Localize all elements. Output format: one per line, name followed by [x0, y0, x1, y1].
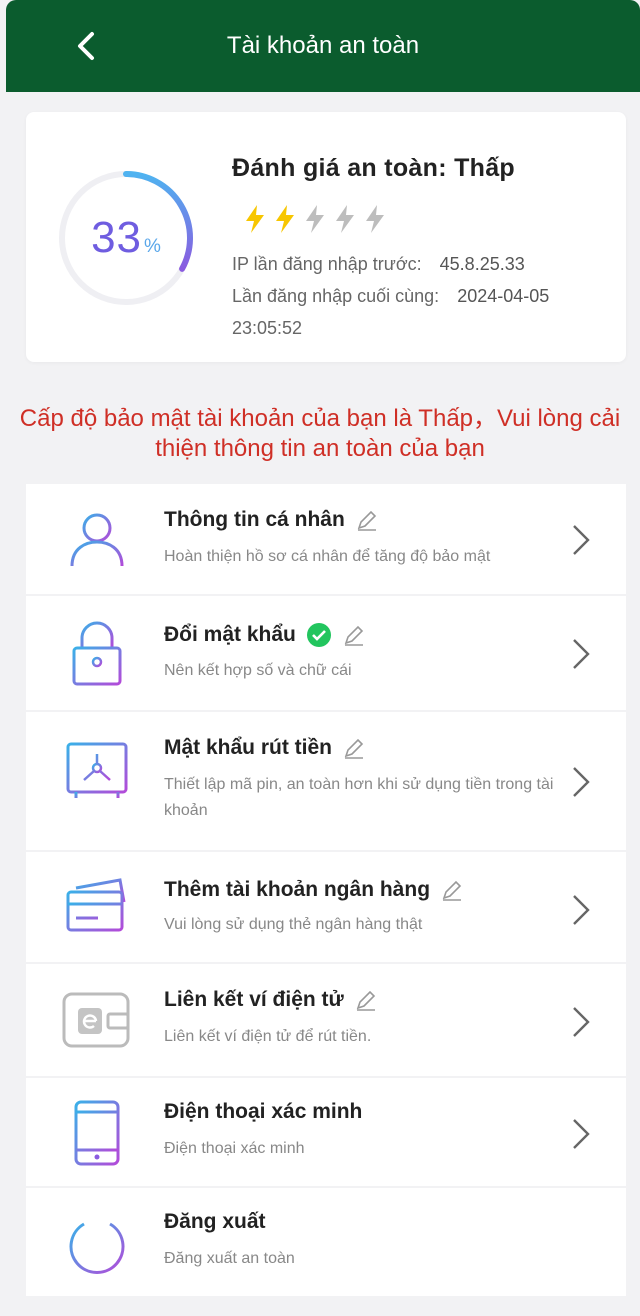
security-percent-unit: % — [144, 236, 161, 257]
last-login-date: 2024-04-05 — [457, 286, 550, 306]
lightning-bolt-active-icon — [246, 205, 264, 233]
edit-pencil-icon[interactable] — [342, 623, 366, 647]
security-level-bolts — [242, 204, 388, 234]
list-item-personal-info[interactable]: Thông tin cá nhân Hoàn thiện hồ sơ cá nh… — [26, 484, 626, 596]
e-wallet-icon — [62, 992, 130, 1048]
app-header: Tài khoản an toàn — [6, 0, 640, 92]
lightning-bolt-inactive-icon — [336, 205, 354, 233]
bank-card-icon — [66, 878, 126, 932]
item-desc: Đăng xuất an toàn — [164, 1250, 295, 1267]
security-warning: Cấp độ bảo mật tài khoản của bạn là Thấp… — [19, 405, 621, 462]
list-item-verify-phone[interactable]: Điện thoại xác minh Điện thoại xác minh — [26, 1078, 626, 1188]
item-title: Thêm tài khoản ngân hàng — [164, 878, 464, 902]
lock-icon — [72, 621, 122, 686]
list-item-logout[interactable]: Đăng xuất Đăng xuất an toàn — [26, 1188, 626, 1298]
item-title: Đăng xuất — [164, 1210, 266, 1233]
last-login-time: 23:05:52 — [232, 318, 303, 338]
lightning-bolt-inactive-icon — [306, 205, 324, 233]
list-item-link-e-wallet[interactable]: Liên kết ví điện tử Liên kết ví điện tử … — [26, 964, 626, 1078]
security-settings-list: Thông tin cá nhân Hoàn thiện hồ sơ cá nh… — [26, 484, 626, 1298]
item-title: Liên kết ví điện tử — [164, 988, 378, 1012]
item-desc: Vui lòng sử dụng thẻ ngân hàng thật — [164, 916, 423, 933]
edit-pencil-icon[interactable] — [354, 988, 378, 1012]
lightning-bolt-active-icon — [276, 205, 294, 233]
chevron-right-icon — [573, 1007, 590, 1037]
last-ip-label: IP lần đăng nhập trước: — [232, 254, 422, 274]
chevron-right-icon — [573, 639, 590, 669]
item-desc: Thiết lập mã pin, an toàn hơn khi sử dụn… — [164, 776, 554, 819]
user-icon — [70, 513, 124, 567]
chevron-right-icon — [573, 895, 590, 925]
phone-icon — [74, 1100, 120, 1166]
page-title: Tài khoản an toàn — [226, 32, 420, 59]
last-login-label: Lần đăng nhập cuối cùng: — [232, 286, 440, 306]
check-circle-icon — [306, 623, 331, 647]
chevron-right-icon — [573, 525, 590, 555]
edit-pencil-icon[interactable] — [342, 736, 366, 760]
edit-pencil-icon[interactable] — [440, 878, 464, 902]
item-title: Mật khẩu rút tiền — [164, 736, 366, 760]
edit-pencil-icon[interactable] — [355, 508, 379, 532]
list-item-change-password[interactable]: Đổi mật khẩu Nên kết hợp số và chữ cái — [26, 596, 626, 712]
list-item-withdraw-password[interactable]: Mật khẩu rút tiền Thiết lập mã pin, an t… — [26, 712, 626, 852]
safe-icon — [66, 742, 128, 798]
item-title: Thông tin cá nhân — [164, 508, 379, 532]
last-ip-value: 45.8.25.33 — [439, 254, 525, 274]
last-login-time-row: 23:05:52 — [232, 318, 302, 339]
item-desc: Nên kết hợp số và chữ cái — [164, 662, 352, 679]
item-desc: Liên kết ví điện tử để rút tiền. — [164, 1028, 372, 1045]
lightning-bolt-inactive-icon — [366, 205, 384, 233]
item-desc: Điện thoại xác minh — [164, 1140, 305, 1157]
power-icon — [69, 1214, 125, 1274]
item-title: Đổi mật khẩu — [164, 622, 366, 648]
security-rating: Đánh giá an toàn: Thấp — [232, 154, 515, 182]
chevron-right-icon — [573, 1119, 590, 1149]
security-summary-card: 33% Đánh giá an toàn: Thấp IP lần đăng n… — [26, 112, 626, 362]
item-desc: Hoàn thiện hồ sơ cá nhân để tăng độ bảo … — [164, 548, 491, 565]
last-ip-row: IP lần đăng nhập trước: 45.8.25.33 — [232, 254, 525, 275]
last-login-row: Lần đăng nhập cuối cùng: 2024-04-05 — [232, 286, 549, 307]
item-title: Điện thoại xác minh — [164, 1100, 363, 1123]
chevron-right-icon — [573, 767, 590, 797]
security-percent-value: 33 — [91, 213, 143, 262]
security-percent: 33% — [56, 168, 196, 308]
list-item-add-bank-account[interactable]: Thêm tài khoản ngân hàng Vui lòng sử dụn… — [26, 852, 626, 964]
